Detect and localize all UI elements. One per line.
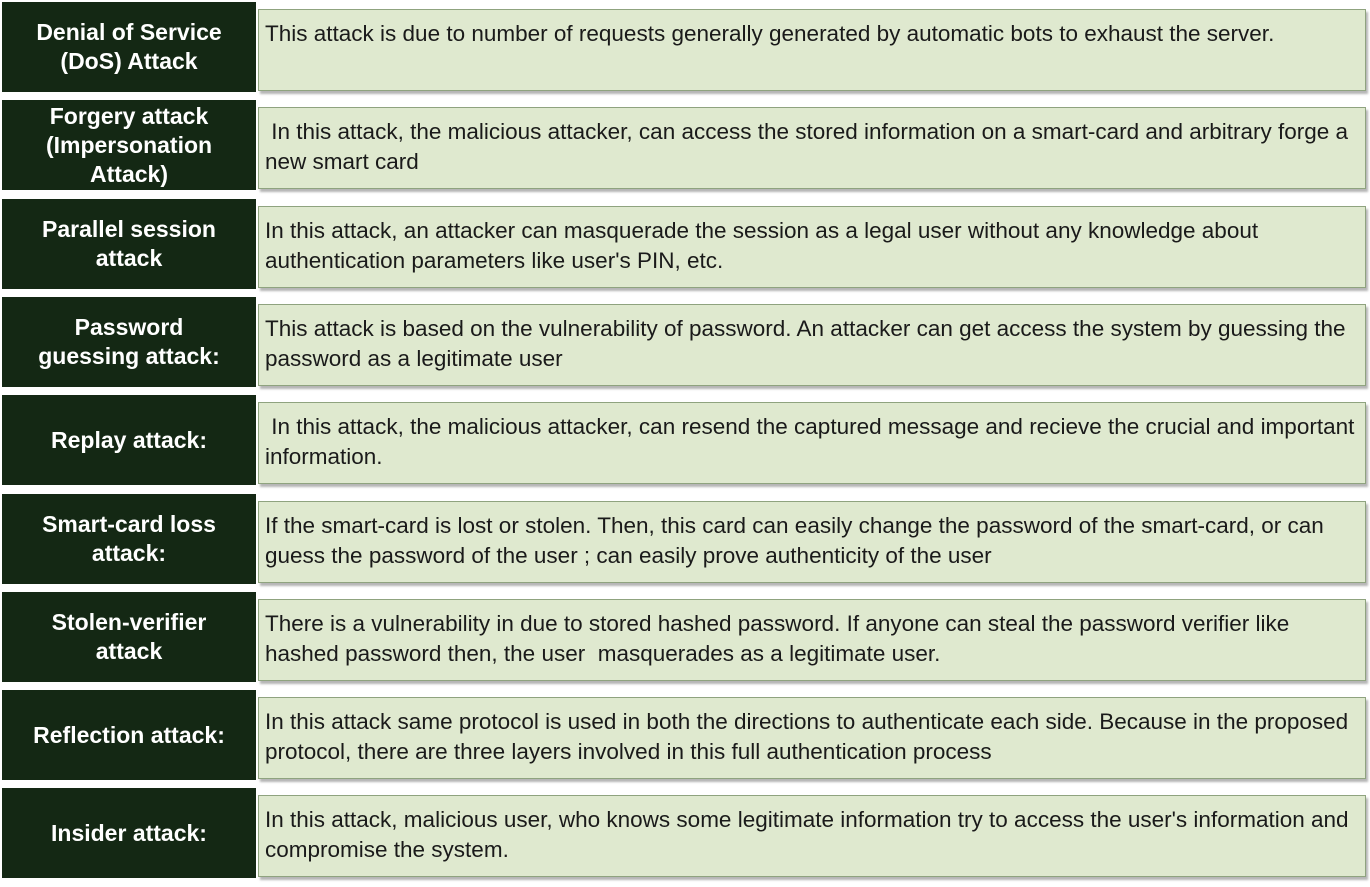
attack-description: In this attack, the malicious attacker, … xyxy=(258,107,1366,189)
table-row: Denial of Service (DoS) Attack This atta… xyxy=(0,0,1370,94)
attack-description: This attack is due to number of requests… xyxy=(258,9,1366,91)
attack-name: Forgery attack (Impersonation Attack) xyxy=(2,100,256,190)
attack-table: Denial of Service (DoS) Attack This atta… xyxy=(0,0,1370,887)
attack-name: Reflection attack: xyxy=(2,690,256,780)
attack-description: In this attack, malicious user, who know… xyxy=(258,795,1366,877)
table-row: Replay attack: In this attack, the malic… xyxy=(0,393,1370,487)
attack-description: This attack is based on the vulnerabilit… xyxy=(258,304,1366,386)
table-row: Password guessing attack: This attack is… xyxy=(0,295,1370,389)
attack-name: Smart-card loss attack: xyxy=(2,494,256,584)
attack-name: Stolen-verifier attack xyxy=(2,592,256,682)
attack-description: There is a vulnerability in due to store… xyxy=(258,599,1366,681)
attack-description: In this attack, the malicious attacker, … xyxy=(258,402,1366,484)
table-row: Forgery attack (Impersonation Attack) In… xyxy=(0,98,1370,192)
table-row: Reflection attack: In this attack same p… xyxy=(0,688,1370,782)
table-row: Stolen-verifier attack There is a vulner… xyxy=(0,590,1370,684)
table-row: Insider attack: In this attack, maliciou… xyxy=(0,786,1370,880)
attack-name: Denial of Service (DoS) Attack xyxy=(2,2,256,92)
attack-name: Password guessing attack: xyxy=(2,297,256,387)
table-row: Smart-card loss attack: If the smart-car… xyxy=(0,492,1370,586)
attack-description: In this attack same protocol is used in … xyxy=(258,697,1366,779)
attack-name: Parallel session attack xyxy=(2,199,256,289)
table-row: Parallel session attack In this attack, … xyxy=(0,197,1370,291)
attack-description: If the smart-card is lost or stolen. The… xyxy=(258,501,1366,583)
attack-name: Insider attack: xyxy=(2,788,256,878)
attack-description: In this attack, an attacker can masquera… xyxy=(258,206,1366,288)
attack-name: Replay attack: xyxy=(2,395,256,485)
